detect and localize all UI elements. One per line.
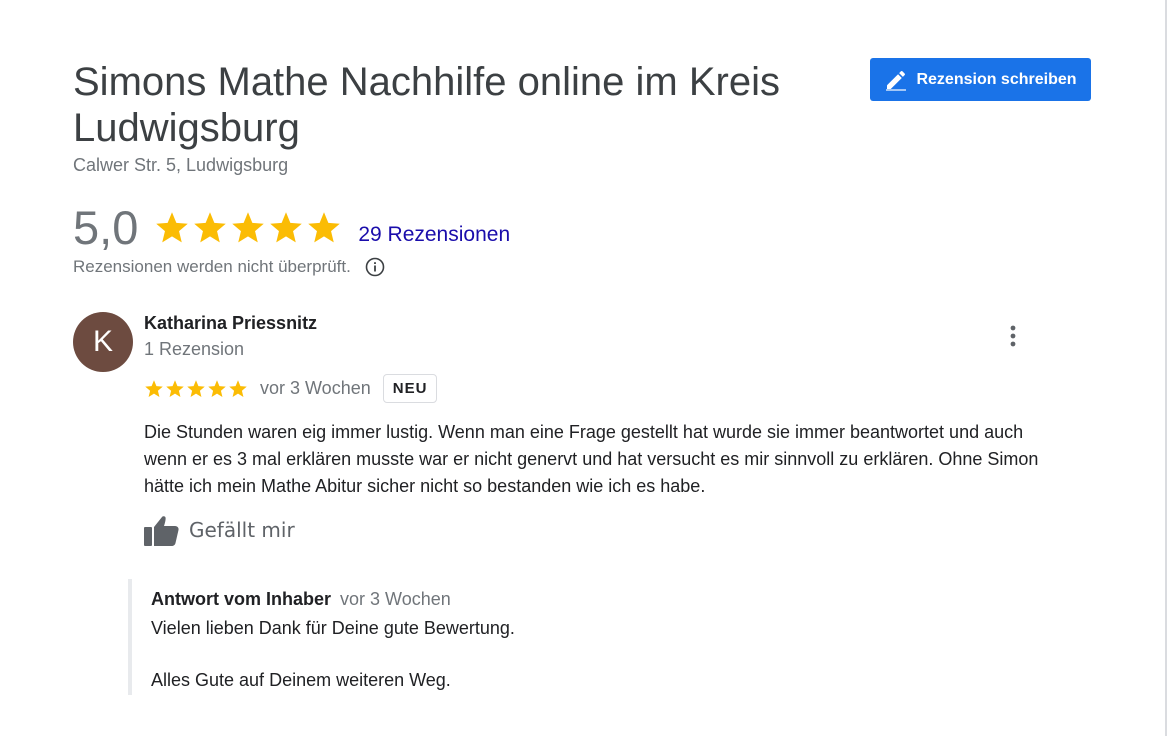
reviews-panel: Simons Mathe Nachhilfe online im Kreis L… xyxy=(0,0,1167,736)
like-button[interactable]: Gefällt mir xyxy=(144,514,295,546)
info-icon[interactable] xyxy=(365,257,385,277)
more-options-button[interactable] xyxy=(1000,322,1026,350)
avatar[interactable]: K xyxy=(73,312,133,372)
star-icon xyxy=(187,379,205,397)
business-address: Calwer Str. 5, Ludwigsburg xyxy=(73,155,289,175)
write-review-label: Rezension schreiben xyxy=(916,70,1077,88)
star-icon xyxy=(166,379,184,397)
reviewer-review-count: 1 Rezension xyxy=(144,339,245,359)
owner-reply: Antwort vom Inhaber vor 3 Wochen Vielen … xyxy=(128,579,928,695)
star-icon xyxy=(145,379,163,397)
star-icon xyxy=(232,212,265,243)
owner-reply-header: Antwort vom Inhaber vor 3 Wochen xyxy=(151,589,928,610)
review-rating-stars xyxy=(144,379,248,399)
write-review-button[interactable]: Rezension schreiben xyxy=(870,58,1091,101)
like-label: Gefällt mir xyxy=(189,518,295,542)
star-icon xyxy=(308,212,341,243)
business-name: Simons Mathe Nachhilfe online im Kreis L… xyxy=(73,60,780,150)
average-rating-stars xyxy=(154,210,342,246)
review-count-link[interactable]: 29 Rezensionen xyxy=(358,223,510,247)
unverified-notice: Rezensionen werden nicht überprüft. xyxy=(73,257,385,277)
owner-reply-text: Vielen lieben Dank für Deine gute Bewert… xyxy=(151,618,515,638)
star-icon xyxy=(194,212,227,243)
review-text: Die Stunden waren eig immer lustig. Wenn… xyxy=(144,422,1039,496)
pencil-icon xyxy=(886,70,907,91)
star-icon xyxy=(229,379,247,397)
review-meta: vor 3 Wochen NEU xyxy=(144,374,438,403)
star-icon xyxy=(156,212,189,243)
unverified-notice-text: Rezensionen werden nicht überprüft. xyxy=(73,257,351,276)
more-vertical-icon xyxy=(1010,325,1016,347)
owner-reply-time: vor 3 Wochen xyxy=(340,589,451,609)
rating-summary: 5,0 29 Rezensionen xyxy=(73,202,510,254)
new-badge: NEU xyxy=(382,374,438,403)
review-time: vor 3 Wochen xyxy=(260,378,371,398)
owner-reply-text-2: Alles Gute auf Deinem weiteren Weg. xyxy=(151,670,451,690)
owner-reply-author: Antwort vom Inhaber xyxy=(151,589,332,609)
star-icon xyxy=(270,212,303,243)
average-rating: 5,0 xyxy=(73,201,139,254)
reviewer-name[interactable]: Katharina Priessnitz xyxy=(144,313,317,334)
thumbs-up-icon xyxy=(144,516,179,546)
star-icon xyxy=(208,379,226,397)
